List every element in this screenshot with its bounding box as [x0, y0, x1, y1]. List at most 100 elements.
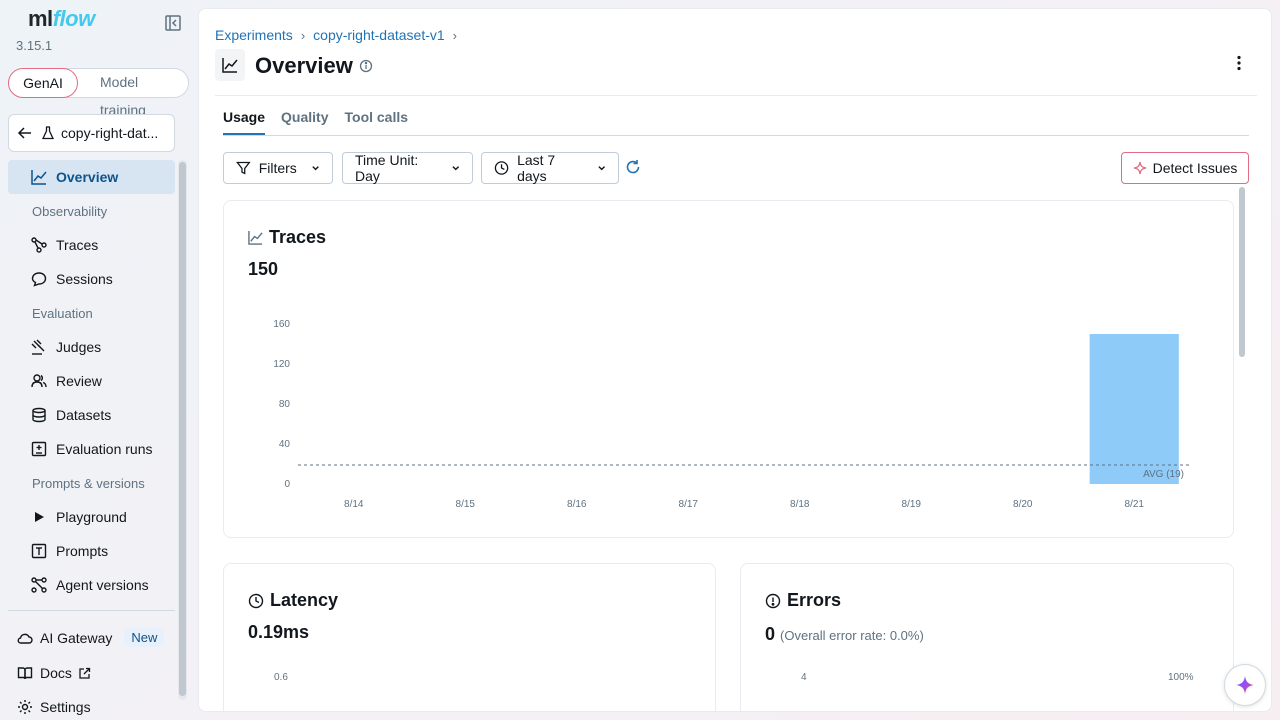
sidebar-item-overview[interactable]: Overview — [8, 160, 175, 194]
evaluation-runs-icon — [30, 440, 48, 458]
section-prompts-versions: Prompts & versions — [32, 476, 145, 491]
sidebar-item-evaluation-runs[interactable]: Evaluation runs — [8, 432, 175, 466]
sidebar-item-label: Playground — [56, 509, 127, 525]
sparkle-icon — [1133, 161, 1146, 175]
sidebar-item-label: Review — [56, 373, 102, 389]
time-range-label: Last 7 days — [517, 152, 556, 184]
experiment-selector-label: copy-right-dat... — [61, 125, 159, 141]
sidebar-item-docs[interactable]: Docs — [16, 664, 91, 682]
sidebar-item-review[interactable]: Review — [8, 364, 175, 398]
sidebar-divider — [8, 610, 175, 611]
breadcrumb-experiments[interactable]: Experiments — [215, 27, 293, 43]
filters-label: Filters — [258, 160, 297, 176]
mode-genai-button[interactable]: GenAI — [8, 68, 78, 98]
sidebar-scrollbar[interactable] — [178, 160, 187, 700]
y-tick-label: 40 — [279, 439, 291, 450]
sidebar-item-traces[interactable]: Traces — [8, 228, 175, 262]
assistant-button[interactable] — [1224, 664, 1266, 706]
sidebar-item-ai-gateway[interactable]: AI Gateway New — [16, 628, 165, 647]
x-tick-label: 8/16 — [567, 499, 587, 510]
latency-value: 0.19ms — [248, 622, 310, 642]
errors-value: 0 — [765, 624, 776, 644]
sidebar-scrollbar-thumb[interactable] — [179, 162, 186, 696]
book-icon — [16, 664, 34, 682]
sidebar-item-prompts[interactable]: Prompts — [8, 534, 175, 568]
version-label: 3.15.1 — [16, 38, 53, 53]
logo-flow-text: flow — [52, 6, 96, 31]
clock-icon — [248, 593, 264, 608]
docs-label: Docs — [40, 665, 72, 681]
latency-y-tick: 0.6 — [274, 672, 288, 683]
alert-circle-icon — [765, 593, 781, 608]
more-options-button[interactable] — [1231, 55, 1247, 76]
sidebar-item-label: Sessions — [56, 271, 113, 287]
traces-bar-chart: 0 40 80 120 160 8/14 8/15 8/16 8/17 8/18 8/19 8/20 8… — [273, 319, 1190, 510]
traces-icon — [30, 236, 48, 254]
time-unit-label: Time Unit: Day — [355, 152, 419, 184]
external-link-icon — [79, 667, 91, 679]
sidebar-item-playground[interactable]: Playground — [8, 500, 175, 534]
arrow-left-icon — [17, 127, 31, 139]
x-tick-label: 8/20 — [1013, 499, 1033, 510]
time-unit-select[interactable]: Time Unit: Day — [342, 152, 473, 184]
tab-quality[interactable]: Quality — [281, 109, 328, 135]
sidebar: mlflow 3.15.1 GenAI Model training copy-… — [0, 0, 196, 720]
header-divider — [215, 95, 1257, 96]
sidebar-item-label: Traces — [56, 237, 99, 253]
latency-card: Latency 0.19ms 0.6 — [223, 563, 716, 711]
refresh-button[interactable] — [625, 159, 641, 180]
cloud-icon — [16, 629, 34, 647]
sidebar-item-label: Evaluation runs — [56, 441, 153, 457]
y-tick-label: 160 — [273, 319, 290, 330]
tab-tool-calls[interactable]: Tool calls — [345, 109, 409, 135]
y-tick-label: 80 — [279, 399, 291, 410]
tabs-divider — [223, 135, 1249, 136]
detect-issues-button[interactable]: Detect Issues — [1121, 152, 1249, 184]
sidebar-item-settings[interactable]: Settings — [16, 698, 91, 716]
errors-title-text: Errors — [787, 590, 842, 610]
page-title-icon — [215, 49, 245, 81]
sidebar-item-label: Judges — [56, 339, 102, 355]
page-title: Overview — [255, 53, 353, 78]
detect-issues-label: Detect Issues — [1152, 160, 1238, 176]
line-chart-icon — [222, 58, 238, 73]
clock-icon — [494, 161, 509, 175]
users-icon — [30, 372, 48, 390]
kebab-menu-icon — [1237, 55, 1241, 71]
time-range-select[interactable]: Last 7 days — [481, 152, 619, 184]
breadcrumb-dataset[interactable]: copy-right-dataset-v1 — [313, 27, 445, 43]
bar-8/21[interactable] — [1089, 334, 1179, 484]
sidebar-item-label: Agent versions — [56, 577, 149, 593]
section-evaluation: Evaluation — [32, 306, 93, 321]
prompt-icon — [30, 542, 48, 560]
tab-usage[interactable]: Usage — [223, 109, 266, 135]
sidebar-item-agent-versions[interactable]: Agent versions — [8, 568, 175, 602]
logo-ml-text: ml — [28, 6, 53, 31]
sidebar-item-datasets[interactable]: Datasets — [8, 398, 175, 432]
ai-gateway-label: AI Gateway — [40, 629, 113, 646]
errors-y-tick-left: 4 — [801, 672, 807, 683]
experiment-selector[interactable]: copy-right-dat... — [8, 114, 175, 152]
mode-model-training-button[interactable]: Model training — [86, 68, 188, 118]
sidebar-item-sessions[interactable]: Sessions — [8, 262, 175, 296]
x-tick-label: 8/21 — [1125, 499, 1145, 510]
tab-bar: Usage Quality Tool calls — [223, 109, 408, 135]
mlflow-logo[interactable]: mlflow — [28, 6, 95, 32]
chevron-down-icon — [597, 166, 605, 171]
x-tick-label: 8/18 — [790, 499, 810, 510]
line-chart-icon — [30, 168, 48, 186]
info-icon[interactable] — [359, 59, 373, 78]
sidebar-item-label: Prompts — [56, 543, 109, 559]
errors-value-row: 0 (Overall error rate: 0.0%) — [765, 624, 924, 645]
settings-label: Settings — [40, 699, 91, 715]
y-tick-label: 120 — [273, 359, 290, 370]
main-scrollbar[interactable] — [1237, 187, 1247, 707]
chevron-down-icon — [312, 166, 319, 171]
collapse-sidebar-button[interactable] — [164, 14, 184, 34]
main-scrollbar-thumb[interactable] — [1239, 187, 1245, 357]
sidebar-item-judges[interactable]: Judges — [8, 330, 175, 364]
flask-icon — [41, 126, 55, 140]
filters-button[interactable]: Filters — [223, 152, 333, 184]
main-panel: Experiments › copy-right-dataset-v1 › Ov… — [198, 8, 1272, 712]
breadcrumb: Experiments › copy-right-dataset-v1 › — [215, 27, 457, 43]
